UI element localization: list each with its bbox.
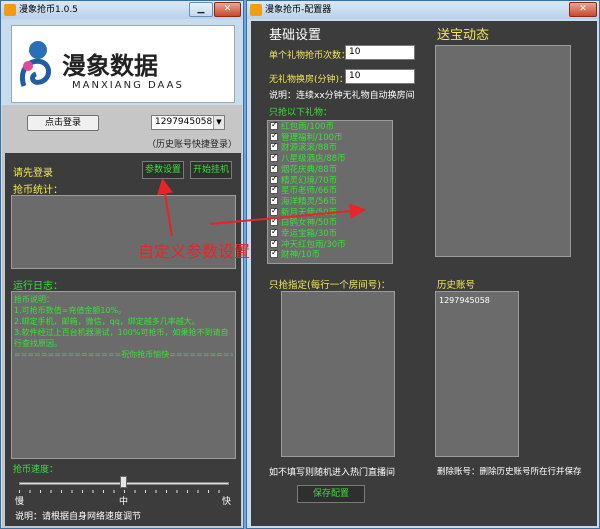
gift-item[interactable]: 幸运宝箱/30币 bbox=[270, 227, 338, 240]
gift-item[interactable]: 烟花庆典/88币 bbox=[270, 163, 338, 176]
config-window: 漫象抢币-配置器 ✕ 基础设置 送宝动态 单个礼物抢币次数： 10 无礼物换房(… bbox=[246, 0, 600, 529]
log-label: 运行日志： bbox=[13, 281, 63, 292]
account-hint: （历史账号快捷登录） bbox=[147, 140, 238, 150]
gift-item[interactable]: 八星级酒店/88币 bbox=[270, 152, 346, 165]
basic-settings-title: 基础设置 bbox=[269, 28, 322, 43]
gift-label: 八星级酒店/88币 bbox=[281, 154, 346, 165]
room-label: 只抢指定(每行一个房间号)： bbox=[269, 280, 391, 291]
app-icon bbox=[250, 4, 262, 16]
speed-note: 说明：请根据自身网络速度调节 bbox=[15, 512, 142, 522]
no-gift-input[interactable]: 10 bbox=[345, 69, 415, 84]
logo-subtext: MANXIANG DAAS bbox=[72, 80, 184, 91]
close-button[interactable]: ✕ bbox=[214, 2, 241, 17]
dynamics-title: 送宝动态 bbox=[437, 28, 490, 43]
gift-checkbox[interactable] bbox=[270, 206, 278, 216]
gift-count-input[interactable]: 10 bbox=[345, 45, 415, 60]
main-window: 漫象抢币1.0.5 ▁ ✕ 漫象数据 MANXIANG DAAS 点击登录 12… bbox=[0, 0, 244, 529]
stats-label: 抢币统计： bbox=[13, 185, 63, 196]
account-select-value: 1297945058 bbox=[155, 117, 213, 127]
log-line: 1.可抢币数值=充值金额10%。 bbox=[14, 306, 127, 315]
gift-item[interactable]: 新月天使/50币 bbox=[270, 206, 338, 219]
gift-list-label: 只抢以下礼物： bbox=[269, 108, 333, 118]
log-line: 2.绑定手机，邮箱，微信，qq，绑定越多几率越大。 bbox=[14, 317, 200, 326]
slider-ticks bbox=[19, 490, 229, 493]
gift-label: 管理福利/100币 bbox=[281, 132, 343, 143]
history-label: 历史账号 bbox=[437, 280, 476, 291]
speed-mid-label: 中 bbox=[119, 497, 129, 507]
gift-label: 星币老师/66币 bbox=[281, 186, 338, 197]
gift-checkbox[interactable] bbox=[270, 163, 278, 173]
gift-label: 新月天使/50币 bbox=[281, 207, 338, 218]
no-gift-note: 说明：连续xx分钟无礼物自动换房间 bbox=[269, 91, 415, 101]
log-box[interactable]: 抢币说明： 1.可抢币数值=充值金额10%。 2.绑定手机，邮箱，微信，qq，绑… bbox=[11, 291, 236, 459]
start-button[interactable]: 开始挂机 bbox=[190, 161, 232, 179]
save-config-button[interactable]: 保存配置 bbox=[297, 485, 365, 503]
gift-label: 幸运宝箱/30币 bbox=[281, 229, 338, 239]
history-box[interactable]: 1297945058 bbox=[435, 291, 519, 457]
gift-label: 财源滚滚/88币 bbox=[281, 143, 338, 154]
speed-fast-label: 快 bbox=[222, 497, 232, 507]
no-gift-label: 无礼物换房(分钟)： bbox=[269, 75, 349, 85]
login-status: 请先登录 bbox=[13, 168, 53, 179]
gift-checkbox[interactable] bbox=[270, 174, 278, 184]
gift-list[interactable]: 红包雨/100币管理福利/100币财源滚滚/88币八星级酒店/88币烟花庆典/8… bbox=[267, 120, 393, 264]
gift-count-label: 单个礼物抢币次数： bbox=[269, 51, 351, 61]
gift-item[interactable]: 财神/10币 bbox=[270, 248, 321, 261]
login-button[interactable]: 点击登录 bbox=[27, 115, 99, 131]
gift-checkbox[interactable] bbox=[270, 131, 278, 141]
minimize-button[interactable]: ▁ bbox=[189, 2, 213, 17]
gift-checkbox[interactable] bbox=[270, 141, 278, 152]
gift-checkbox[interactable] bbox=[270, 184, 278, 195]
annotation-text: 自定义参数设置 bbox=[138, 242, 251, 261]
dynamics-box bbox=[435, 45, 571, 257]
gift-label: 烟花庆典/88币 bbox=[281, 164, 338, 175]
gift-item[interactable]: 白鹤女神/50币 bbox=[270, 216, 338, 229]
gift-item[interactable]: 财源滚滚/88币 bbox=[270, 141, 338, 154]
room-input[interactable] bbox=[281, 291, 395, 457]
gift-item[interactable]: 冲天红包雨/30币 bbox=[270, 238, 346, 251]
gift-label: 红包雨/100币 bbox=[281, 122, 335, 132]
speed-slow-label: 慢 bbox=[15, 497, 25, 507]
chevron-down-icon[interactable]: ▼ bbox=[213, 116, 224, 129]
gift-label: 海洋精灵/56币 bbox=[281, 196, 338, 207]
room-note: 如不填写则随机进入热门直播间 bbox=[269, 468, 396, 478]
params-button[interactable]: 参数设置 bbox=[142, 161, 184, 179]
log-line: 3.软件经过上百台机器测试，100%可抢币，如果抢不到请自行查找原因。 bbox=[14, 328, 229, 348]
gift-label: 冲天红包雨/30币 bbox=[281, 239, 346, 250]
gift-item[interactable]: 红包雨/100币 bbox=[270, 121, 335, 133]
gift-checkbox[interactable] bbox=[270, 227, 278, 238]
gift-checkbox[interactable] bbox=[270, 238, 278, 248]
gift-item[interactable]: 星币老师/66币 bbox=[270, 184, 338, 197]
gift-item[interactable]: 管理福利/100币 bbox=[270, 131, 343, 144]
gift-checkbox[interactable] bbox=[270, 195, 278, 205]
slider-thumb[interactable] bbox=[120, 476, 127, 488]
main-window-title: 漫象抢币1.0.5 bbox=[19, 5, 78, 15]
gift-item[interactable]: 精灵幻境/70币 bbox=[270, 174, 338, 187]
history-account: 1297945058 bbox=[439, 296, 490, 305]
logo-icon bbox=[20, 41, 51, 87]
logo-text: 漫象数据 bbox=[62, 51, 158, 80]
speed-slider[interactable] bbox=[19, 476, 229, 493]
log-line: 抢币说明： bbox=[14, 295, 54, 304]
main-titlebar: 漫象抢币1.0.5 ▁ ✕ bbox=[1, 1, 243, 19]
app-icon bbox=[4, 4, 16, 16]
gift-checkbox[interactable] bbox=[270, 216, 278, 227]
logo-panel: 漫象数据 MANXIANG DAAS bbox=[11, 25, 235, 103]
gift-checkbox[interactable] bbox=[270, 152, 278, 163]
config-close-button[interactable]: ✕ bbox=[569, 2, 597, 17]
gift-label: 白鹤女神/50币 bbox=[281, 218, 338, 229]
history-note: 删除账号：删除历史账号所在行并保存 bbox=[437, 467, 582, 477]
account-select[interactable]: 1297945058 ▼ bbox=[151, 115, 225, 130]
gift-checkbox[interactable] bbox=[270, 121, 278, 131]
gift-item[interactable]: 海洋精灵/56币 bbox=[270, 195, 338, 208]
log-line: ================祝你抢币愉快================ bbox=[14, 350, 233, 359]
gift-label: 财神/10币 bbox=[281, 250, 321, 261]
speed-label: 抢币速度： bbox=[13, 465, 59, 475]
gift-label: 精灵幻境/70币 bbox=[281, 175, 338, 186]
gift-checkbox[interactable] bbox=[270, 248, 278, 259]
config-window-title: 漫象抢币-配置器 bbox=[265, 5, 332, 15]
config-titlebar: 漫象抢币-配置器 ✕ bbox=[247, 1, 599, 19]
